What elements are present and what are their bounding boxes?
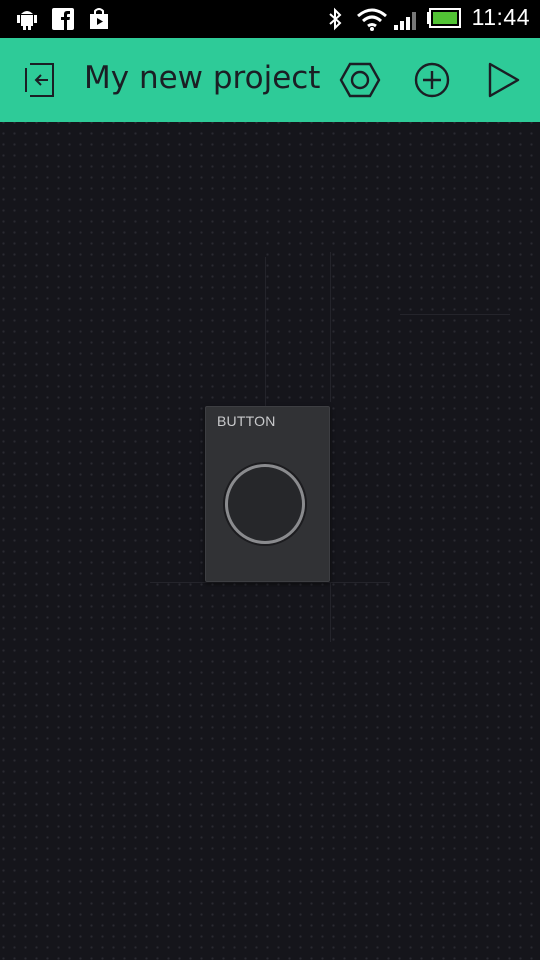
- alignment-guide: [150, 582, 390, 583]
- add-widget-icon[interactable]: [410, 58, 454, 102]
- facebook-icon: [52, 8, 74, 30]
- play-icon[interactable]: [482, 58, 526, 102]
- signal-icon: [394, 12, 416, 30]
- clock: 11:44: [471, 4, 530, 30]
- alignment-guide: [330, 582, 331, 642]
- widget-label: BUTTON: [217, 413, 276, 429]
- android-debug-icon: [17, 11, 37, 30]
- alignment-guide: [265, 257, 266, 407]
- button-widget[interactable]: BUTTON: [205, 406, 330, 582]
- back-icon[interactable]: [20, 58, 64, 102]
- status-bar: 11:44: [0, 0, 540, 38]
- button-ring-icon[interactable]: [225, 464, 305, 544]
- bluetooth-icon: [329, 7, 342, 31]
- settings-hexagon-icon[interactable]: [338, 58, 382, 102]
- app-bar: My new project: [0, 38, 540, 122]
- alignment-guide: [400, 314, 510, 315]
- project-title: My new project: [84, 60, 321, 96]
- play-store-icon: [90, 8, 108, 29]
- wifi-icon: [357, 8, 387, 31]
- battery-icon: [427, 8, 461, 28]
- alignment-guide: [330, 252, 331, 402]
